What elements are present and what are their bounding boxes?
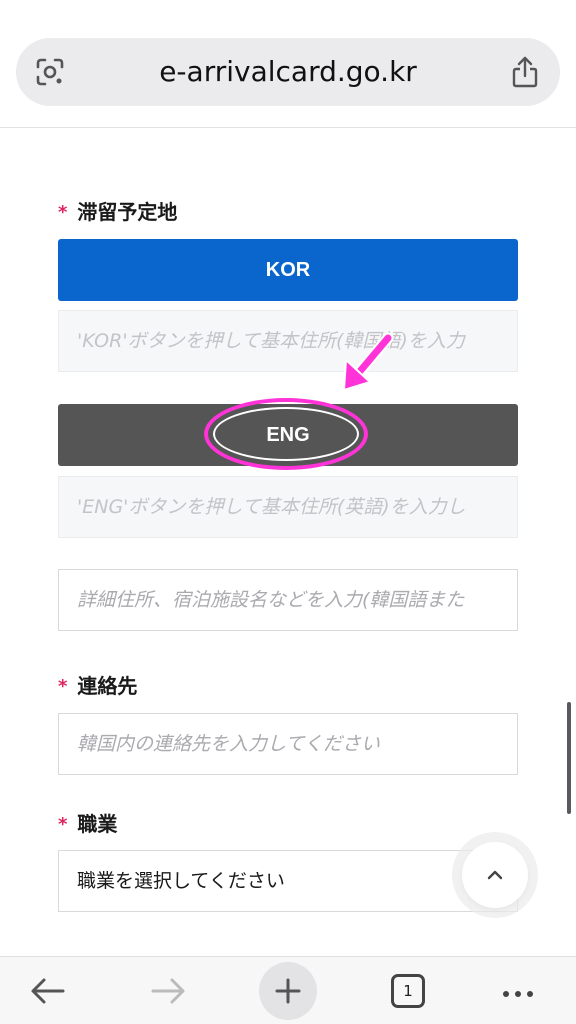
new-tab-plus-icon: [275, 978, 301, 1004]
kor-address-button[interactable]: KOR: [58, 239, 518, 301]
contact-input[interactable]: 韓国内の連絡先を入力してください: [58, 713, 518, 775]
residence-label: * 滞留予定地: [58, 196, 177, 225]
google-lens-icon[interactable]: [34, 56, 66, 88]
required-mark: *: [58, 676, 68, 697]
clipped-previous-content: [62, 122, 182, 132]
eng-address-field[interactable]: 'ENG'ボタンを押して基本住所(英語)を入力し: [58, 476, 518, 538]
browser-top-bar: e-arrivalcard.go.kr: [0, 0, 576, 128]
required-mark: *: [58, 814, 68, 835]
occupation-label-text: 職業: [77, 812, 118, 836]
residence-label-text: 滞留予定地: [77, 200, 178, 224]
forward-arrow-icon: [151, 978, 185, 1004]
back-button[interactable]: [20, 957, 76, 1024]
occupation-label: * 職業: [58, 808, 117, 837]
page-scrollbar[interactable]: [567, 702, 571, 814]
url-text[interactable]: e-arrivalcard.go.kr: [86, 38, 490, 106]
tab-switcher-button[interactable]: 1: [380, 957, 436, 1024]
tab-switcher-icon: 1: [391, 974, 425, 1008]
scroll-to-top-button[interactable]: [462, 842, 528, 908]
more-menu-icon: [500, 982, 536, 1001]
contact-label: * 連絡先: [58, 670, 137, 699]
browser-bottom-toolbar: 1: [0, 956, 576, 1024]
scroll-to-top-icon: [487, 870, 503, 880]
forward-button[interactable]: [140, 957, 196, 1024]
eng-address-button[interactable]: ENG: [58, 404, 518, 466]
kor-address-field[interactable]: 'KOR'ボタンを押して基本住所(韓国語)を入力: [58, 310, 518, 372]
more-menu-button[interactable]: [490, 957, 546, 1024]
contact-label-text: 連絡先: [77, 674, 138, 698]
required-mark: *: [58, 202, 68, 223]
annotation-arrow-icon: [343, 332, 394, 391]
address-bar[interactable]: e-arrivalcard.go.kr: [16, 38, 560, 106]
new-tab-button[interactable]: [256, 957, 320, 1024]
detail-address-input[interactable]: 詳細住所、宿泊施設名などを入力(韓国語また: [58, 569, 518, 631]
back-arrow-icon: [31, 978, 65, 1004]
share-icon[interactable]: [510, 55, 540, 89]
occupation-select[interactable]: 職業を選択してください: [58, 850, 518, 912]
